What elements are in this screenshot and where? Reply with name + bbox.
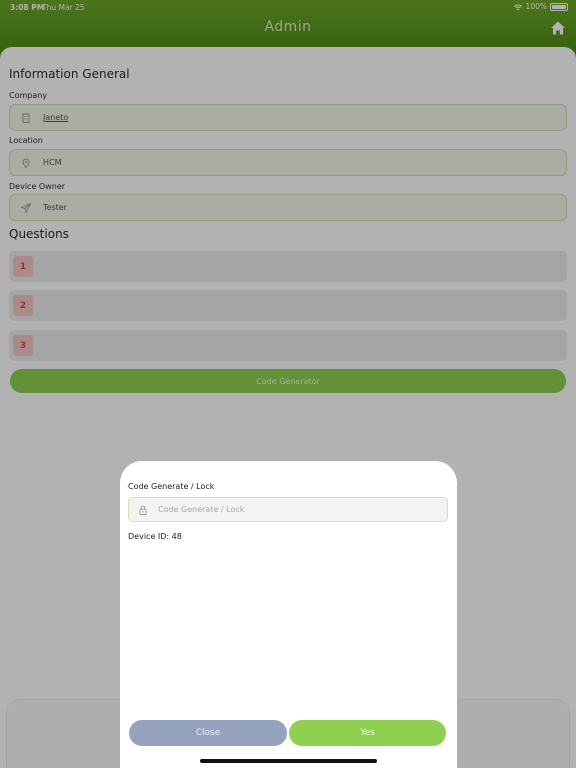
close-button[interactable]: Close — [129, 720, 287, 746]
code-generate-field[interactable] — [128, 497, 448, 522]
yes-button[interactable]: Yes — [289, 720, 446, 746]
lock-icon — [139, 505, 149, 515]
device-id-text: Device ID: 48 — [128, 532, 182, 541]
code-generate-label: Code Generate / Lock — [128, 482, 215, 491]
home-indicator[interactable] — [200, 759, 377, 763]
code-generate-input[interactable] — [158, 505, 438, 514]
code-lock-modal: Code Generate / Lock Device ID: 48 Close… — [120, 461, 457, 768]
